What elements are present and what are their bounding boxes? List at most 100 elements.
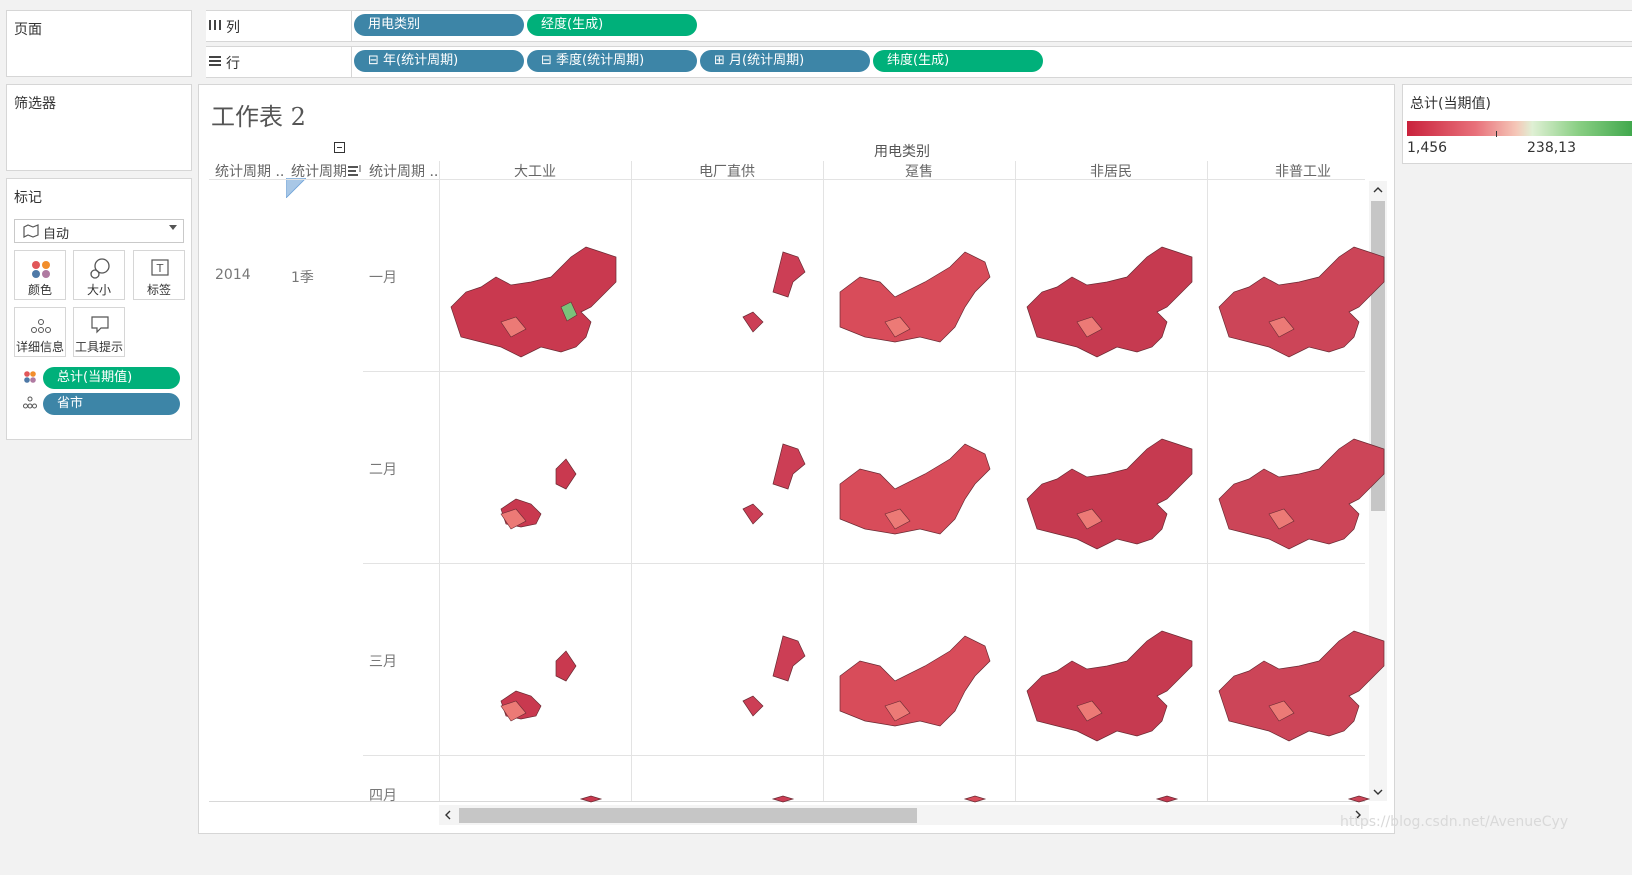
detail-button[interactable]: 详细信息 bbox=[14, 307, 66, 357]
row-label-quarter[interactable]: 1季 bbox=[291, 267, 314, 287]
legend-marker bbox=[1496, 131, 1497, 137]
legend-gradient bbox=[1407, 121, 1632, 136]
legend-title: 总计(当期值) bbox=[1410, 96, 1491, 112]
province-shape bbox=[1347, 795, 1371, 803]
mark-field-province[interactable]: 省市 bbox=[43, 393, 180, 415]
marks-panel: 标记 自动 颜色 大小 T 标签 详细信息 工具提示 总计(当期值) 省市 bbox=[6, 178, 192, 440]
row-label-mar[interactable]: 三月 bbox=[369, 651, 397, 671]
marks-title: 标记 bbox=[14, 190, 42, 206]
row-header-month[interactable]: 统计周期 .. bbox=[369, 161, 438, 181]
collapse-icon[interactable] bbox=[334, 142, 345, 153]
rows-icon bbox=[209, 56, 221, 66]
color-button-label: 颜色 bbox=[27, 283, 52, 297]
province-shape bbox=[839, 251, 991, 343]
map-cell[interactable] bbox=[825, 601, 1015, 791]
color-icon bbox=[32, 261, 50, 278]
mark-field-total[interactable]: 总计(当期值) bbox=[43, 367, 180, 389]
column-header-dianchang[interactable]: 电厂直供 bbox=[631, 161, 823, 181]
map-cell[interactable] bbox=[825, 409, 1015, 599]
map-cell[interactable] bbox=[1209, 409, 1395, 599]
text-label-icon: T bbox=[151, 259, 169, 276]
column-header-dunshou[interactable]: 趸售 bbox=[823, 161, 1015, 181]
map-cell[interactable] bbox=[633, 601, 823, 791]
scroll-left-icon[interactable] bbox=[441, 805, 455, 825]
map-cell[interactable] bbox=[633, 409, 823, 599]
svg-text:T: T bbox=[156, 262, 164, 275]
tooltip-icon bbox=[91, 316, 109, 334]
map-cell[interactable] bbox=[1209, 601, 1395, 791]
label-button-label: 标签 bbox=[146, 283, 171, 297]
color-icon bbox=[24, 371, 36, 383]
chevron-down-icon bbox=[169, 225, 177, 230]
row-pill-month[interactable]: ⊞ 月(统计周期) bbox=[700, 50, 870, 72]
scroll-up-icon[interactable] bbox=[1369, 183, 1387, 197]
column-header-feijumin[interactable]: 非居民 bbox=[1015, 161, 1207, 181]
map-cell[interactable] bbox=[1017, 217, 1207, 407]
column-header-da-gongye[interactable]: 大工业 bbox=[439, 161, 631, 181]
map-cell[interactable] bbox=[441, 409, 631, 599]
map-cell[interactable] bbox=[441, 601, 631, 791]
province-shape bbox=[963, 795, 987, 803]
map-cell[interactable] bbox=[1017, 409, 1207, 599]
column-header-feipu[interactable]: 非普工业 bbox=[1207, 161, 1394, 181]
column-pill-category[interactable]: 用电类别 bbox=[354, 14, 524, 36]
columns-label: 列 bbox=[226, 20, 240, 36]
map-cell[interactable] bbox=[1209, 217, 1395, 407]
color-button[interactable]: 颜色 bbox=[14, 250, 66, 300]
horizontal-scrollbar[interactable] bbox=[439, 805, 1369, 825]
map-cell[interactable] bbox=[633, 217, 823, 407]
map-cell[interactable] bbox=[1017, 783, 1207, 803]
map-cell[interactable] bbox=[441, 217, 631, 407]
province-shape bbox=[742, 443, 806, 525]
map-cell[interactable] bbox=[1209, 783, 1395, 803]
row-label-apr[interactable]: 四月 bbox=[369, 785, 397, 805]
map-cell[interactable] bbox=[825, 217, 1015, 407]
detail-icon bbox=[31, 319, 51, 333]
columns-icon bbox=[209, 20, 221, 30]
province-shape bbox=[1155, 795, 1179, 803]
province-shape bbox=[1218, 630, 1385, 742]
label-button[interactable]: T 标签 bbox=[133, 250, 185, 300]
mark-type-label: 自动 bbox=[43, 227, 70, 242]
legend-max: 238,13 bbox=[1527, 140, 1576, 156]
map-cell[interactable] bbox=[1017, 601, 1207, 791]
province-shape bbox=[1218, 246, 1385, 358]
row-label-jan[interactable]: 一月 bbox=[369, 267, 397, 287]
province-shape bbox=[1026, 630, 1193, 742]
sort-icon[interactable] bbox=[348, 164, 362, 176]
detail-icon bbox=[23, 396, 37, 409]
size-button[interactable]: 大小 bbox=[73, 250, 125, 300]
map-cell[interactable] bbox=[825, 783, 1015, 803]
province-shape bbox=[839, 635, 991, 727]
pages-panel[interactable]: 页面 bbox=[6, 10, 192, 77]
tooltip-button[interactable]: 工具提示 bbox=[73, 307, 125, 357]
mark-type-dropdown[interactable]: 自动 bbox=[14, 219, 184, 243]
color-legend[interactable]: 总计(当期值) 1,456 238,13 bbox=[1402, 84, 1632, 164]
watermark: https://blog.csdn.net/AvenueCyy bbox=[1340, 814, 1569, 830]
rows-label: 行 bbox=[226, 56, 240, 72]
legend-min: 1,456 bbox=[1407, 140, 1448, 156]
row-pill-quarter[interactable]: ⊟ 季度(统计周期) bbox=[527, 50, 697, 72]
tooltip-button-label: 工具提示 bbox=[74, 340, 123, 354]
column-pill-longitude[interactable]: 经度(生成) bbox=[527, 14, 697, 36]
row-header-year[interactable]: 统计周期 .. bbox=[215, 161, 284, 181]
province-shape bbox=[742, 635, 806, 717]
rows-shelf[interactable]: 行 ⊟ 年(统计周期) ⊟ 季度(统计周期) ⊞ 月(统计周期) 纬度(生成) bbox=[206, 46, 1632, 78]
worksheet: 工作表 2 用电类别 统计周期 .. 统计周期.. 统计周期 .. 大工业 电厂… bbox=[198, 84, 1395, 834]
province-shape bbox=[1218, 438, 1385, 550]
size-button-label: 大小 bbox=[86, 283, 111, 297]
filters-panel[interactable]: 筛选器 bbox=[6, 84, 192, 171]
province-shape bbox=[1026, 246, 1193, 358]
row-pill-year[interactable]: ⊟ 年(统计周期) bbox=[354, 50, 524, 72]
row-label-feb[interactable]: 二月 bbox=[369, 459, 397, 479]
province-shape bbox=[1026, 438, 1193, 550]
province-shape bbox=[742, 251, 806, 333]
selection-indicator bbox=[286, 178, 306, 198]
columns-shelf[interactable]: 列 用电类别 经度(生成) bbox=[206, 10, 1632, 42]
row-pill-latitude[interactable]: 纬度(生成) bbox=[873, 50, 1043, 72]
map-cell[interactable] bbox=[633, 783, 823, 803]
sheet-title: 工作表 2 bbox=[211, 103, 306, 131]
map-cell[interactable] bbox=[441, 783, 631, 803]
row-label-year[interactable]: 2014 bbox=[215, 267, 251, 283]
horizontal-scroll-thumb[interactable] bbox=[459, 808, 917, 823]
